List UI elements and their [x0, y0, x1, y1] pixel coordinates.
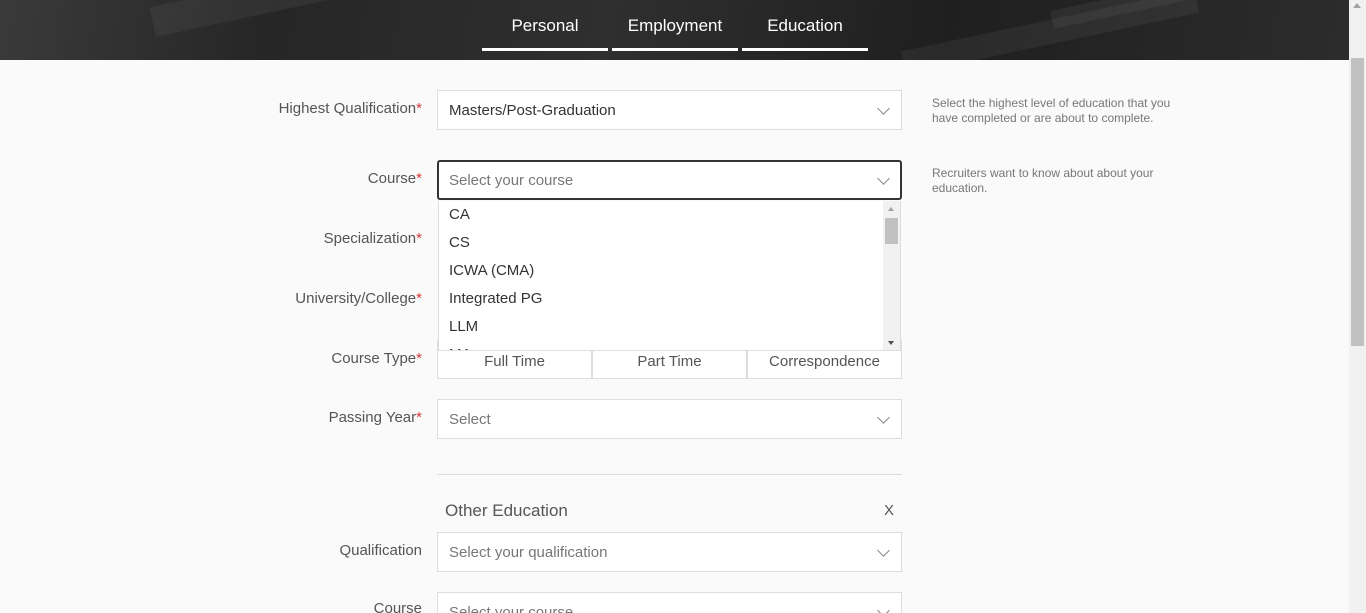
dropdown-scrollbar[interactable] — [883, 201, 900, 350]
qualification-select[interactable]: Select your qualification — [437, 532, 902, 572]
section-divider — [437, 474, 902, 475]
chevron-down-icon — [877, 411, 890, 424]
highest-qualification-hint: Select the highest level of education th… — [932, 96, 1171, 125]
header-banner: Personal Employment Education — [0, 0, 1349, 60]
highest-qualification-label: Highest Qualification* — [278, 100, 422, 117]
course-option[interactable]: MA — [449, 346, 472, 350]
chevron-down-icon — [877, 544, 890, 557]
tab-employment[interactable]: Employment — [612, 0, 738, 51]
page-scrollbar[interactable] — [1349, 0, 1366, 613]
course-dropdown-list[interactable]: CA CS ICWA (CMA) Integrated PG LLM MA — [438, 201, 901, 351]
highest-qualification-select[interactable]: Masters/Post-Graduation — [437, 90, 902, 130]
university-label: University/College* — [295, 290, 422, 307]
passing-year-placeholder: Select — [449, 411, 491, 428]
tab-personal[interactable]: Personal — [482, 0, 608, 51]
course-option[interactable]: ICWA (CMA) — [449, 262, 534, 279]
other-education-title: Other Education — [445, 501, 568, 520]
course-option[interactable]: CA — [449, 206, 470, 223]
course-option[interactable]: CS — [449, 234, 470, 251]
chevron-down-icon — [877, 604, 890, 613]
course-select[interactable]: Select your course — [437, 160, 902, 200]
dropdown-scroll-thumb[interactable] — [885, 218, 898, 244]
course-placeholder: Select your course — [449, 172, 574, 189]
course-option[interactable]: LLM — [449, 318, 478, 335]
course-label: Course* — [367, 170, 422, 187]
chevron-down-icon — [877, 102, 890, 115]
qualification-label: Qualification — [339, 542, 422, 559]
highest-qualification-value: Masters/Post-Graduation — [449, 102, 616, 119]
scroll-up-icon[interactable] — [888, 207, 894, 211]
course-hint: Recruiters want to know about about your… — [932, 166, 1154, 195]
qualification-placeholder: Select your qualification — [449, 544, 608, 561]
passing-year-select[interactable]: Select — [437, 399, 902, 439]
tab-education[interactable]: Education — [742, 0, 868, 51]
scroll-thumb[interactable] — [1351, 58, 1364, 346]
specialization-label: Specialization* — [323, 230, 422, 247]
course-type-label: Course Type* — [331, 350, 422, 367]
chevron-down-icon — [877, 172, 890, 185]
course-option[interactable]: Integrated PG — [449, 290, 542, 307]
scroll-down-icon[interactable] — [888, 341, 894, 345]
close-other-education-button[interactable]: X — [884, 502, 894, 519]
other-course-label: Course — [373, 600, 422, 613]
other-course-select[interactable]: Select your course — [437, 592, 902, 613]
scroll-up-icon[interactable] — [1353, 3, 1361, 8]
other-course-placeholder: Select your course — [449, 604, 574, 613]
passing-year-label: Passing Year* — [328, 409, 422, 426]
